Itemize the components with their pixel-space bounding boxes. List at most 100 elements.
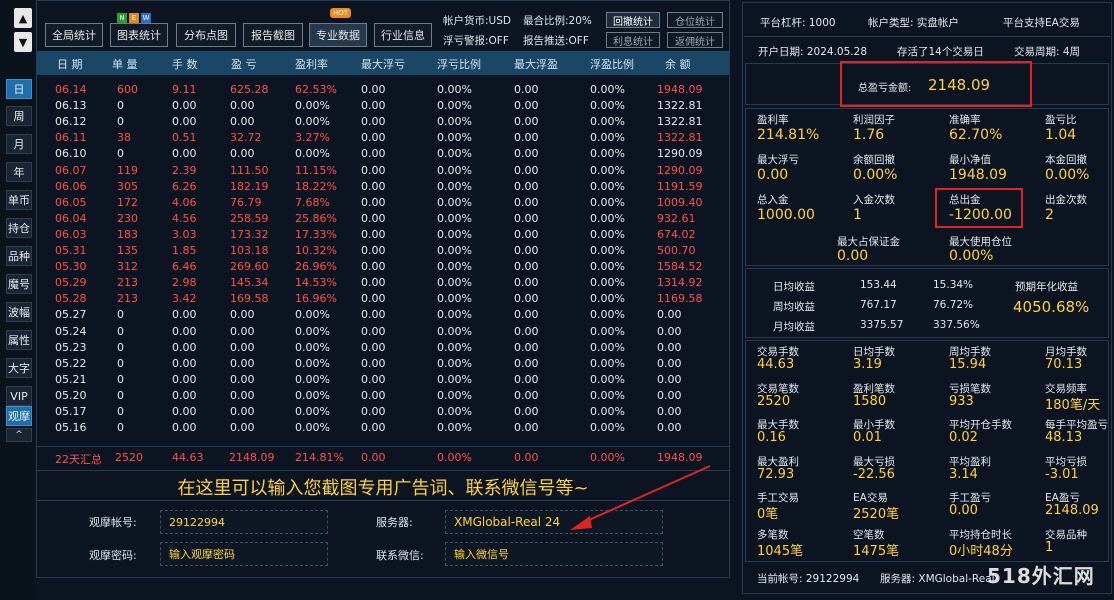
table-row[interactable]: 06.07 119 2.39 111.50 11.15% 0.00 0.00% 0.00 0.0… — [37, 163, 729, 179]
stat-value: -22.56 — [853, 466, 895, 482]
max-ratio: 最合比例:20% — [523, 15, 592, 27]
table-row[interactable]: 05.29 213 2.98 145.34 14.53% 0.00 0.00% 0.00 0.0… — [37, 275, 729, 291]
table-cell: 0 — [117, 421, 124, 435]
table-cell: 0.00% — [295, 308, 330, 322]
col-lots[interactable]: 手 数 — [172, 56, 198, 72]
view-currency-button[interactable]: 单币 — [6, 190, 32, 210]
table-row[interactable]: 05.17 0 0.00 0.00 0.00% 0.00 0.00% 0.00 0.00% 0.0… — [37, 404, 729, 420]
industry-info-button[interactable]: 行业信息 — [374, 23, 432, 47]
col-balance[interactable]: 余 额 — [665, 56, 691, 72]
table-row[interactable]: 05.30 312 6.46 269.60 26.96% 0.00 0.00% 0.00 0.0… — [37, 259, 729, 275]
observe-password-input[interactable]: 输入观摩密码 — [160, 542, 328, 566]
table-cell: 0.00 — [172, 115, 197, 129]
table-row[interactable]: 05.22 0 0.00 0.00 0.00% 0.00 0.00% 0.00 0.00% 0.0… — [37, 356, 729, 372]
view-week-button[interactable]: 周 — [6, 106, 32, 126]
table-cell: 0.00 — [172, 372, 197, 386]
table-cell: 0.00 — [657, 324, 682, 338]
view-day-button[interactable]: 日 — [6, 79, 32, 99]
table-cell: 05.29 — [55, 276, 87, 290]
table-row[interactable]: 06.11 38 0.51 32.72 3.27% 0.00 0.00% 0.00 0.00% 1… — [37, 130, 729, 146]
table-row[interactable]: 06.03 183 3.03 173.32 17.33% 0.00 0.00% 0.00 0.0… — [37, 227, 729, 243]
observe-account-field[interactable]: 29122994 — [160, 510, 328, 534]
chart-stats-button[interactable]: 图表统计 — [110, 23, 168, 47]
table-row[interactable]: 06.05 172 4.06 76.79 7.68% 0.00 0.00% 0.00 0.00%… — [37, 195, 729, 211]
table-row[interactable]: 05.28 213 3.42 169.58 16.96% 0.00 0.00% 0.00 0.0… — [37, 291, 729, 307]
margin-label: 最大使用仓位 — [949, 236, 1012, 248]
interest-stats-button[interactable]: 利息统计 — [606, 32, 660, 48]
table-row[interactable]: 05.23 0 0.00 0.00 0.00% 0.00 0.00% 0.00 0.00% 0.0… — [37, 340, 729, 356]
col-orders[interactable]: 单 量 — [112, 56, 138, 72]
view-magic-button[interactable]: 魔号 — [6, 274, 32, 294]
global-stats-button[interactable]: 全局统计 — [45, 23, 103, 47]
table-row[interactable]: 06.12 0 0.00 0.00 0.00% 0.00 0.00% 0.00 0.00% 132… — [37, 114, 729, 130]
col-float-profit-ratio[interactable]: 浮盈比例 — [590, 56, 634, 72]
stat-label: 盈利率 — [757, 114, 789, 126]
table-row[interactable]: 06.14 600 9.11 625.28 62.53% 0.00 0.00% 0.00 0.0… — [37, 82, 729, 98]
col-date[interactable]: 日 期 — [57, 56, 83, 72]
table-row[interactable]: 05.31 135 1.85 103.18 10.32% 0.00 0.00% 0.00 0.0… — [37, 243, 729, 259]
col-float-loss-ratio[interactable]: 浮亏比例 — [437, 56, 481, 72]
table-cell: 0.00 — [361, 388, 386, 402]
pro-data-button[interactable]: 专业数据 — [309, 23, 367, 47]
divider — [744, 36, 1110, 37]
view-positions-button[interactable]: 持仓 — [6, 218, 32, 238]
table-cell: 0.00 — [361, 308, 386, 322]
table-cell: 0.00 — [514, 147, 539, 161]
view-month-button[interactable]: 月 — [6, 134, 32, 154]
annual-label: 预期年化收益 — [1015, 281, 1078, 293]
table-cell: 305 — [117, 179, 138, 193]
scroll-down-button[interactable]: ▼ — [14, 32, 32, 52]
col-max-float-profit[interactable]: 最大浮盈 — [514, 56, 558, 72]
stats-grid-2: 交易手数 44.63 日均手数 3.19 周均手数 15.94 月均手数 70.13 交易笔数 2… — [745, 340, 1109, 562]
rebate-stats-button[interactable]: 返佣统计 — [667, 32, 723, 48]
table-cell: 4.06 — [172, 195, 197, 209]
position-stats-button[interactable]: 仓位统计 — [667, 12, 723, 28]
view-year-button[interactable]: 年 — [6, 162, 32, 182]
stat-value: 1000.00 — [757, 207, 815, 223]
table-row[interactable]: 06.13 0 0.00 0.00 0.00% 0.00 0.00% 0.00 0.00% 132… — [37, 98, 729, 114]
table-cell: 0.00% — [590, 83, 625, 96]
view-vip-button[interactable]: VIP — [6, 386, 32, 406]
view-large-font-button[interactable]: 大字 — [6, 358, 32, 378]
view-attributes-button[interactable]: 属性 — [6, 330, 32, 350]
stat-value: 44.63 — [757, 357, 795, 372]
table-cell: 7.68% — [295, 195, 330, 209]
scroll-up-button[interactable]: ▲ — [14, 8, 32, 28]
table-row[interactable]: 05.16 0 0.00 0.00 0.00% 0.00 0.00% 0.00 0.00% 0.0… — [37, 420, 729, 436]
col-profit[interactable]: 盈 亏 — [231, 56, 257, 72]
drawdown-stats-button[interactable]: 回撤统计 — [606, 12, 660, 28]
stat-value: 2520 — [757, 393, 791, 409]
view-range-button[interactable]: 波幅 — [6, 302, 32, 322]
collapse-button[interactable]: ^ — [6, 428, 32, 442]
table-row[interactable]: 06.06 305 6.26 182.19 18.22% 0.00 0.00% 0.00 0.0… — [37, 179, 729, 195]
table-row[interactable]: 06.10 0 0.00 0.00 0.00% 0.00 0.00% 0.00 0.00% 129… — [37, 146, 729, 162]
col-profit-rate[interactable]: 盈利率 — [295, 56, 328, 72]
table-cell: 0.00% — [437, 131, 472, 145]
col-max-float-loss[interactable]: 最大浮亏 — [361, 56, 405, 72]
table-cell: 0.00 — [230, 340, 255, 354]
wechat-input[interactable]: 输入微信号 — [445, 542, 663, 566]
view-symbols-button[interactable]: 品种 — [6, 246, 32, 266]
table-row[interactable]: 06.04 230 4.56 258.59 25.86% 0.00 0.00% 0.00 0.0… — [37, 211, 729, 227]
distribution-chart-button[interactable]: 分布点图 — [176, 23, 236, 47]
view-observe-button[interactable]: 观摩 — [6, 406, 32, 426]
daily-income-label: 日均收益 — [773, 281, 815, 293]
table-cell: 0.00 — [172, 356, 197, 370]
table-row[interactable]: 05.21 0 0.00 0.00 0.00% 0.00 0.00% 0.00 0.00% 0.0… — [37, 372, 729, 388]
table-cell: 0.00% — [437, 308, 472, 322]
table-row[interactable]: 05.24 0 0.00 0.00 0.00% 0.00 0.00% 0.00 0.00% 0.0… — [37, 324, 729, 340]
table-cell: 0.00 — [361, 99, 386, 113]
new-badge-w: W — [141, 13, 151, 23]
stats-grid-1: 盈利率 214.81% 利润因子 1.76 准确率 62.70% 盈亏比 1.04 最大浮亏 0.… — [745, 108, 1109, 266]
table-cell: 103.18 — [230, 244, 269, 257]
table-cell: 05.16 — [55, 421, 87, 435]
table-cell: 05.27 — [55, 308, 87, 322]
table-cell: 0.00 — [172, 340, 197, 354]
daily-income-value: 153.44 — [860, 279, 897, 291]
report-screenshot-button[interactable]: 报告截图 — [243, 23, 303, 47]
table-row[interactable]: 05.20 0 0.00 0.00 0.00% 0.00 0.00% 0.00 0.00% 0.0… — [37, 388, 729, 404]
table-row[interactable]: 05.27 0 0.00 0.00 0.00% 0.00 0.00% 0.00 0.00% 0.0… — [37, 307, 729, 323]
table-cell: 0.00 — [514, 244, 539, 257]
table-cell: 0.00 — [514, 308, 539, 322]
table-cell: 62.53% — [295, 83, 337, 96]
